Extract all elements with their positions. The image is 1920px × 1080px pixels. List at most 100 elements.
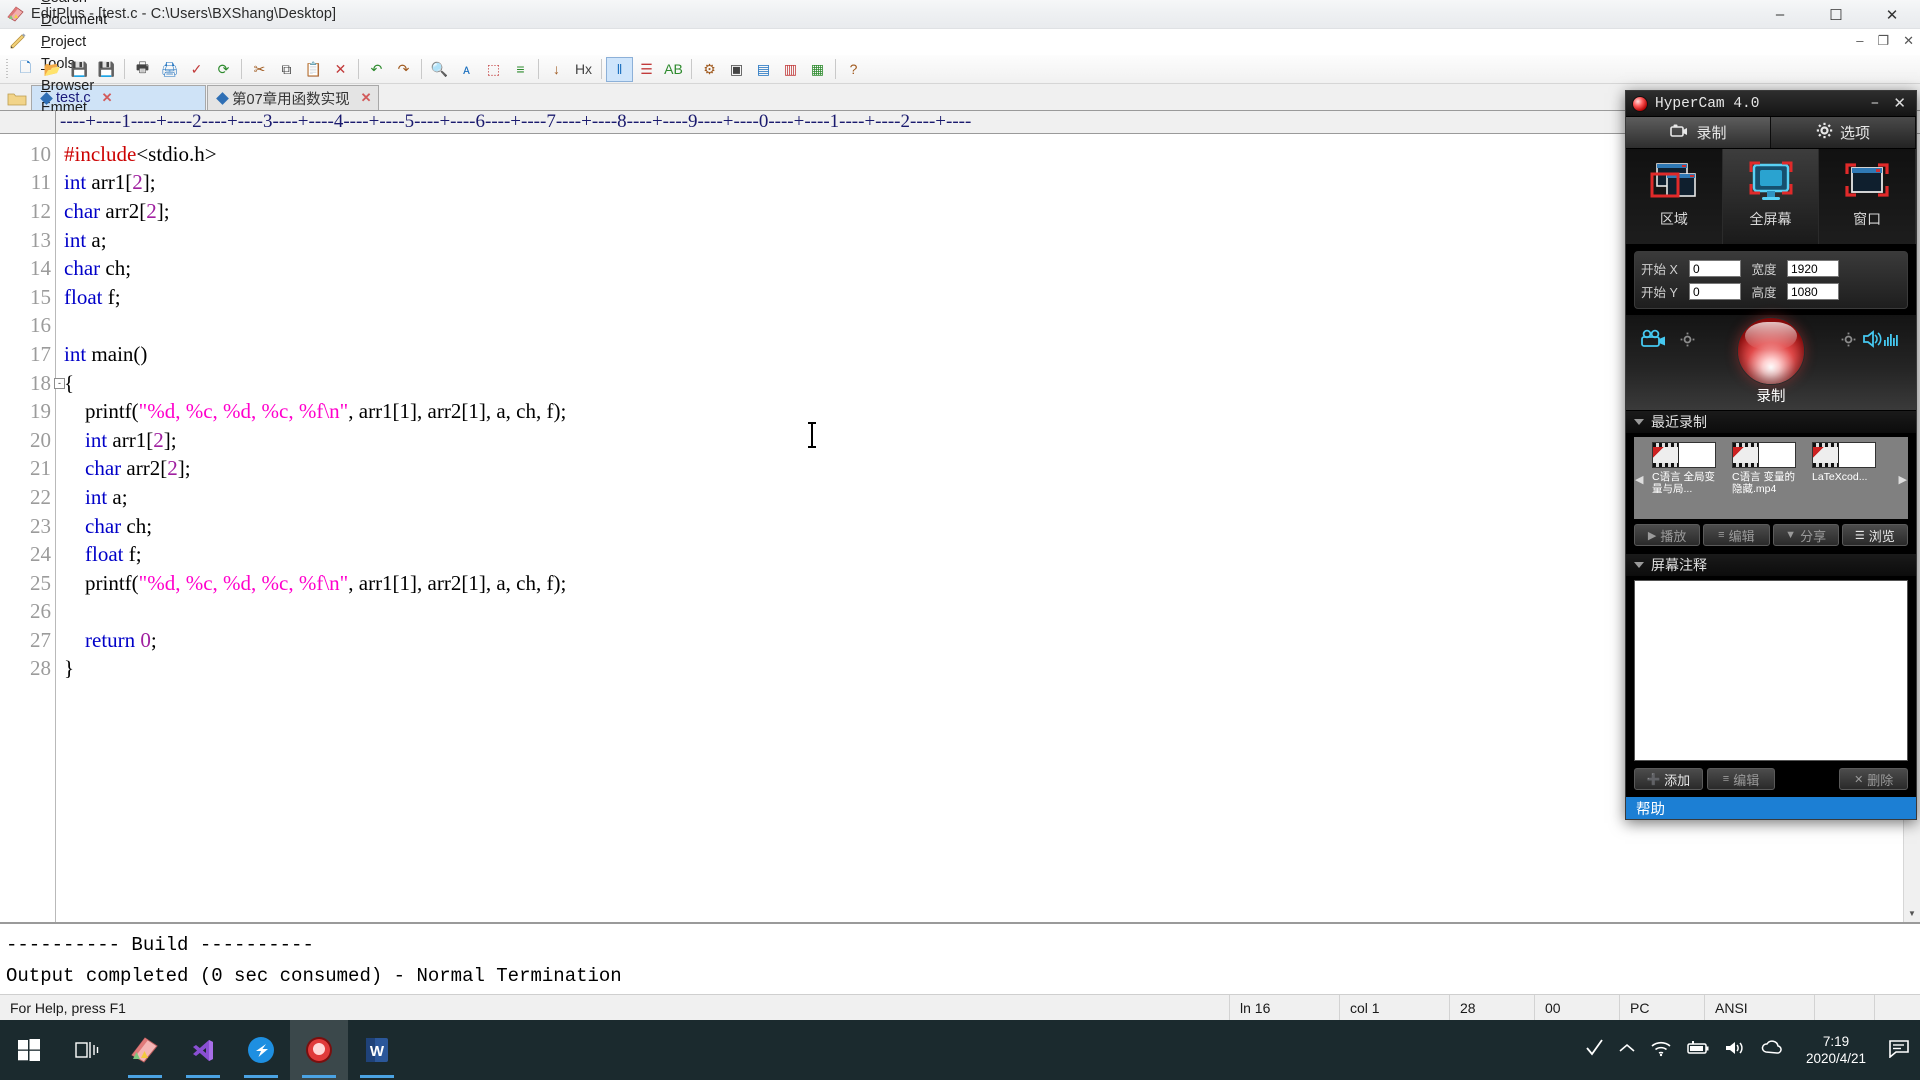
browser-preview-button[interactable]: ⟳ [210,57,237,82]
chevron-up-icon[interactable] [1618,1041,1636,1060]
scroll-down-button[interactable]: ▼ [1903,905,1920,922]
undo-button[interactable]: ↶ [363,57,390,82]
recent-browse-button[interactable]: ☰ 浏览 [1841,524,1908,546]
annotation-delete-button[interactable]: ✕ 删除 [1839,768,1909,790]
annotation-edit-button[interactable]: ≡ 编辑 [1706,768,1776,790]
speaker-icon[interactable] [1862,329,1902,354]
taskbar-hypercam[interactable] [290,1020,348,1080]
check-icon[interactable] [1584,1038,1604,1063]
open-file-button[interactable]: 📂 [39,57,66,82]
toggle-case-button[interactable]: AB [660,57,687,82]
print-preview-button[interactable]: 🖶 [129,57,156,82]
notifications-icon[interactable] [1888,1038,1912,1063]
ftp-upload-button[interactable]: ▦ [804,57,831,82]
hypercam-tab-record[interactable]: 录制 [1626,117,1771,148]
toolbar-grip[interactable] [4,59,10,79]
recent-recording-item[interactable]: C语言 变量的隐藏.mp4 [1732,442,1804,495]
hypercam-help-link[interactable]: 帮助 [1626,797,1916,819]
output-pane[interactable]: ---------- Build ---------- Output compl… [0,922,1920,994]
redo-button[interactable]: ↷ [390,57,417,82]
line-number-label: 12 [30,198,51,223]
recent-play-button[interactable]: ▶ 播放 [1634,524,1701,546]
maximize-button[interactable]: ☐ [1808,0,1864,29]
save-file-button[interactable]: 💾 [66,57,93,82]
recent-edit-button[interactable]: ≡ 编辑 [1703,524,1770,546]
start-x-input[interactable] [1689,260,1741,277]
folder-icon[interactable] [4,88,30,110]
mode-fullscreen[interactable]: 全屏幕 [1722,149,1820,244]
run-button[interactable]: ▤ [750,57,777,82]
mode-window[interactable]: 窗口 [1819,149,1917,244]
start-y-input[interactable] [1689,283,1741,300]
width-input[interactable] [1787,260,1839,277]
battery-icon[interactable] [1686,1040,1710,1061]
document-tab-close-button[interactable]: ✕ [361,90,372,106]
find-in-files-button[interactable]: ⬚ [480,57,507,82]
code-token-plain: printf( [64,570,139,595]
volume-icon[interactable] [1724,1039,1746,1062]
menu-item-search[interactable]: Search [32,0,116,9]
recent-recordings-header[interactable]: 最近录制 [1626,411,1916,433]
document-window-controls: – ❐ ✕ [1856,33,1914,49]
context-help-button[interactable]: ? [840,57,867,82]
word-wrap-button[interactable]: ‖ [606,56,633,82]
document-tab-1[interactable]: 第07章用函数实现 ✕ [207,85,379,110]
print-button[interactable]: 🖨 [156,57,183,82]
doc-restore-button[interactable]: ❐ [1877,33,1889,49]
user-tools-button[interactable]: ⚙ [696,57,723,82]
save-all-button[interactable]: 💾 [93,57,120,82]
new-file-button[interactable]: 🗋 [12,57,39,82]
audio-options-icon[interactable] [1841,332,1856,352]
wifi-icon[interactable] [1650,1039,1672,1062]
code-token-kw: float [85,542,124,567]
taskbar-editplus[interactable] [116,1020,174,1080]
cut-button[interactable]: ✂ [246,57,273,82]
paste-button[interactable]: 📋 [300,57,327,82]
recent-prev-arrow-icon[interactable]: ◀ [1635,473,1643,486]
system-tray: 7:19 2020/4/21 [1584,1033,1920,1067]
onedrive-icon[interactable] [1760,1039,1784,1062]
spell-check-button[interactable]: ✓ [183,57,210,82]
hypercam-close-button[interactable]: ✕ [1893,94,1906,113]
taskbar-dingtalk[interactable] [232,1020,290,1080]
hypercam-minimize-button[interactable]: – [1870,95,1879,112]
goto-line-button[interactable]: ≡ [507,57,534,82]
minimize-button[interactable]: – [1752,0,1808,29]
taskbar-clock[interactable]: 7:19 2020/4/21 [1798,1033,1874,1067]
screen-annotations-list[interactable] [1634,580,1908,761]
video-camera-icon[interactable] [1640,329,1674,354]
mode-region[interactable]: 区域 [1626,149,1723,244]
video-options-icon[interactable] [1680,332,1695,352]
code-token-str: "%d, %c, %d, %c, %f\n" [138,570,349,595]
title-bar: EditPlus - [test.c - C:\Users\BXShang\De… [0,0,1920,29]
start-button[interactable] [0,1020,58,1080]
record-button[interactable] [1737,317,1805,385]
height-input[interactable] [1787,283,1839,300]
find-button[interactable]: 🔍 [426,57,453,82]
close-button[interactable]: ✕ [1864,0,1920,29]
menu-item-document[interactable]: Document [32,9,116,31]
taskbar-word[interactable]: W [348,1020,406,1080]
context-help-icon: ? [849,61,858,77]
taskbar-vscode[interactable] [174,1020,232,1080]
hypercam-tab-options[interactable]: 选项 [1771,117,1916,148]
annotation-plus-button[interactable]: ➕ 添加 [1634,768,1703,790]
screen-annotations-header[interactable]: 屏幕注释 [1626,554,1916,576]
copy-button[interactable]: ⧉ [273,57,300,82]
menu-item-project[interactable]: Project [32,31,116,53]
delete-button[interactable]: ✕ [327,57,354,82]
code-token-kw: char [64,256,101,281]
task-view-button[interactable] [58,1020,116,1080]
recent-recording-item[interactable]: LaTeXcod... [1812,442,1884,495]
recent-share-button[interactable]: ▼ 分享 [1772,524,1839,546]
output-window-button[interactable]: ▥ [777,57,804,82]
replace-button[interactable]: ᴀ [453,57,480,82]
recent-recording-item[interactable]: C语言 全局变量与局... [1652,442,1724,495]
line-numbers-button[interactable]: ☰ [633,57,660,82]
doc-close-button[interactable]: ✕ [1903,33,1914,49]
recent-next-arrow-icon[interactable]: ▶ [1899,473,1907,486]
sort-button[interactable]: ↓ [543,57,570,82]
hex-view-button[interactable]: Hx [570,57,597,82]
doc-minimize-button[interactable]: – [1856,33,1863,49]
compile-button[interactable]: ▣ [723,57,750,82]
